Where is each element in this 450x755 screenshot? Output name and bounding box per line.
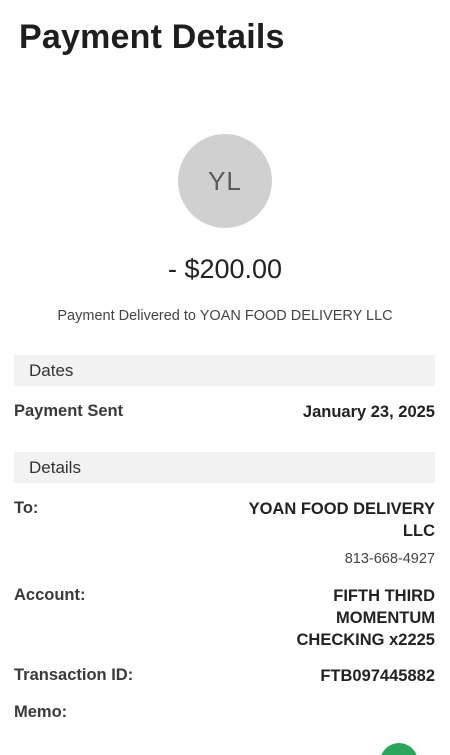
account-line-3: CHECKING x2225 (296, 631, 435, 649)
to-label: To: (14, 499, 39, 517)
details-section-header: Details (14, 452, 435, 483)
to-value: YOAN FOOD DELIVERY LLC (249, 498, 435, 542)
chat-fab-icon[interactable] (380, 743, 418, 755)
to-value-line-2: LLC (402, 522, 435, 540)
payment-sent-label: Payment Sent (14, 402, 124, 420)
transaction-id-label: Transaction ID: (14, 666, 134, 684)
payee-phone: 813-668-4927 (344, 551, 435, 567)
memo-label: Memo: (14, 703, 68, 721)
account-label: Account: (14, 586, 86, 604)
payment-sent-value: January 23, 2025 (302, 403, 435, 421)
dates-section-header: Dates (14, 355, 435, 386)
to-value-line-1: YOAN FOOD DELIVERY (248, 500, 435, 518)
avatar-initials: YL (208, 165, 242, 196)
payment-amount: - $200.00 (167, 254, 283, 284)
dates-section-label: Dates (29, 361, 74, 380)
transaction-id-value: FTB097445882 (320, 667, 435, 685)
account-line-2: MOMENTUM (336, 609, 435, 627)
payment-details-screen: Payment Details YL - $200.00 Payment Del… (0, 0, 450, 755)
avatar: YL (178, 134, 272, 228)
payment-status-text: Payment Delivered to YOAN FOOD DELIVERY … (57, 308, 393, 324)
account-line-1: FIFTH THIRD (333, 587, 435, 605)
page-title: Payment Details (19, 18, 285, 56)
details-section-label: Details (29, 458, 81, 477)
account-value: FIFTH THIRD MOMENTUM CHECKING x2225 (297, 585, 435, 651)
